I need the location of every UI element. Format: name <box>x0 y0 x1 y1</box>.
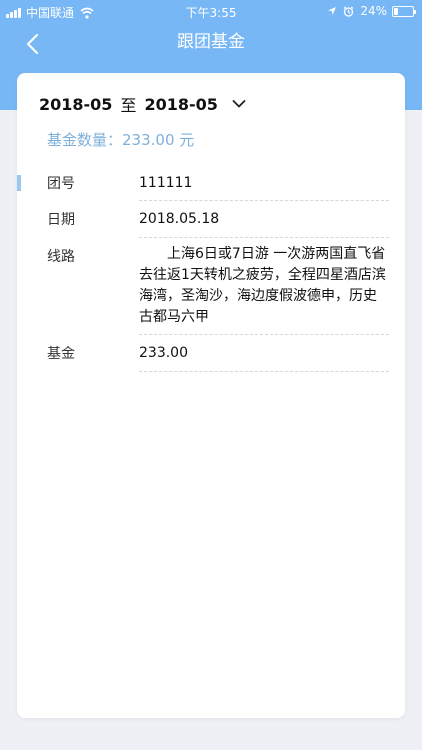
nav-bar: 跟团基金 <box>0 22 422 66</box>
location-icon <box>328 7 337 15</box>
row-indicator <box>17 175 21 191</box>
chevron-left-icon <box>26 33 39 55</box>
alarm-icon <box>343 6 354 17</box>
row-label: 线路 <box>47 249 75 265</box>
record-row-route: 线路 上海6日或7日游 一次游两国直飞省去往返1天转机之疲劳，全程四星酒店滨海湾… <box>17 238 405 335</box>
row-label: 基金 <box>47 346 75 362</box>
row-value: 上海6日或7日游 一次游两国直飞省去往返1天转机之疲劳，全程四星酒店滨海湾，圣淘… <box>139 246 386 325</box>
page-title: 跟团基金 <box>177 32 245 52</box>
status-right: 24% <box>327 4 416 18</box>
dashed-divider <box>139 371 389 372</box>
record-row-date: 日期 2018.05.18 <box>17 201 405 238</box>
chevron-down-icon[interactable] <box>232 99 246 109</box>
end-month: 2018-05 <box>144 94 218 114</box>
row-value: 2018.05.18 <box>139 211 220 227</box>
record-detail: 团号 111111 日期 2018.05.18 线路 上海6日或7日游 一次游两… <box>17 165 405 372</box>
fund-card: 2018-05 至 2018-05 基金数量：233.00 元 团号 11111… <box>17 73 405 718</box>
status-bar: 中国联通 下午3:55 24% <box>0 0 422 22</box>
fund-count: 基金数量：233.00 元 <box>47 131 195 149</box>
battery-percent: 24% <box>360 4 387 18</box>
row-value: 111111 <box>139 175 193 191</box>
battery-icon <box>392 5 416 17</box>
record-row-fund: 基金 233.00 <box>17 335 405 372</box>
row-value: 233.00 <box>139 345 188 361</box>
row-label: 日期 <box>47 212 75 228</box>
date-range-selector[interactable]: 2018-05 至 2018-05 <box>39 93 246 115</box>
back-button[interactable] <box>18 28 50 60</box>
range-separator: 至 <box>120 96 137 115</box>
row-label: 团号 <box>47 176 75 192</box>
start-month: 2018-05 <box>39 94 113 114</box>
record-row-group-number: 团号 111111 <box>17 165 405 201</box>
battery-fill <box>394 7 399 15</box>
